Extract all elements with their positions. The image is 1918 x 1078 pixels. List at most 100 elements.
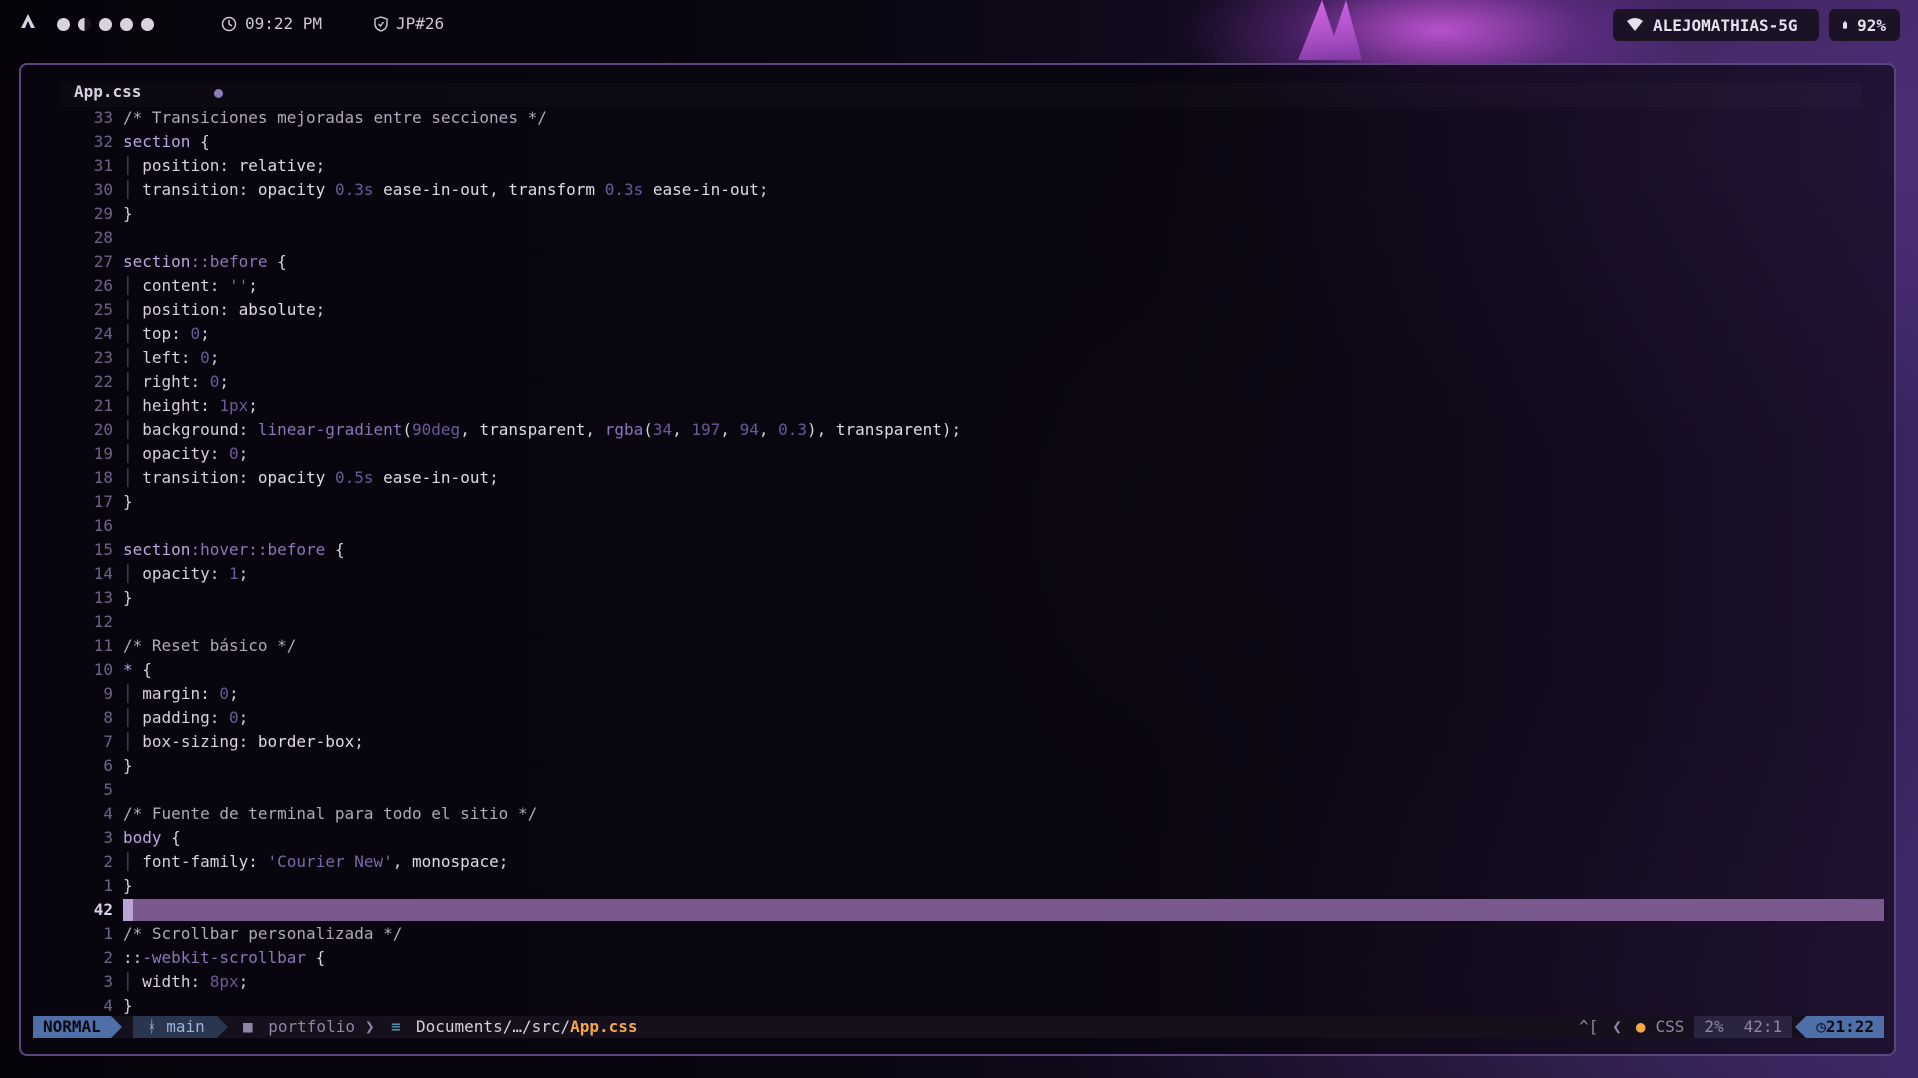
workspace-3-icon[interactable]	[99, 18, 112, 31]
code-line[interactable]: 9 │ margin: 0;	[21, 682, 1881, 706]
line-number: 28	[93, 228, 113, 247]
line-text: │ position: relative;	[123, 156, 326, 175]
wifi-indicator[interactable]: ALEJOMATHIAS-5G	[1613, 9, 1819, 41]
line-number: 21	[93, 396, 113, 415]
line-text: │ opacity: 1;	[123, 564, 249, 583]
code-line[interactable]: 10 * {	[21, 658, 1881, 682]
workspace-tag-label: JP#26	[396, 14, 445, 33]
line-text: │ box-sizing: border-box;	[123, 732, 364, 751]
line-text: │ padding: 0;	[123, 708, 249, 727]
line-number: 6	[103, 756, 113, 775]
code-line[interactable]: 14 │ opacity: 1;	[21, 562, 1881, 586]
code-line[interactable]: 7 │ box-sizing: border-box;	[21, 730, 1881, 754]
code-line[interactable]: 28	[21, 226, 1881, 250]
line-text: /* Transiciones mejoradas entre seccione…	[123, 108, 547, 127]
workspace-4-icon[interactable]	[120, 18, 133, 31]
top-bar: 09:22 PM JP#26 ALEJOMATHIAS-5G 92%	[0, 0, 1918, 50]
workspace-switcher[interactable]	[57, 18, 154, 31]
code-line[interactable]: 1}	[21, 874, 1881, 898]
modified-indicator	[214, 89, 223, 98]
git-branch: ᚼ main	[133, 1016, 228, 1038]
workspace-tag[interactable]: JP#26	[374, 14, 444, 33]
line-number: 26	[93, 276, 113, 295]
code-line[interactable]: 2 │ font-family: 'Courier New', monospace…	[21, 850, 1881, 874]
code-line[interactable]: 13}	[21, 586, 1881, 610]
code-line[interactable]: 12	[21, 610, 1881, 634]
statusline-clock-time: 21:22	[1825, 1017, 1874, 1036]
line-text: │ top: 0;	[123, 324, 210, 343]
code-line[interactable]: 33 /* Transiciones mejoradas entre seccio…	[21, 106, 1881, 130]
code-line[interactable]: 27 section::before {	[21, 250, 1881, 274]
line-text: │ right: 0;	[123, 372, 229, 391]
code-line[interactable]: 25 │ position: absolute;	[21, 298, 1881, 322]
code-line[interactable]: 2::-webkit-scrollbar {	[21, 946, 1881, 970]
code-line[interactable]: 23 │ left: 0;	[21, 346, 1881, 370]
code-line[interactable]: 22 │ right: 0;	[21, 370, 1881, 394]
line-text: * {	[123, 660, 152, 679]
code-line[interactable]: 5	[21, 778, 1881, 802]
code-line[interactable]: 3 body {	[21, 826, 1881, 850]
editor-window[interactable]: App.css 33 /* Transiciones mejoradas entr…	[19, 63, 1896, 1056]
line-text: │ transition: opacity 0.3s ease-in-out, …	[123, 180, 769, 199]
workspace-2-icon[interactable]	[78, 18, 91, 31]
tab-app-css[interactable]: App.css	[74, 82, 141, 101]
line-number: 23	[93, 348, 113, 367]
line-number: 25	[93, 300, 113, 319]
file-path-prefix: Documents/…/src/	[416, 1017, 571, 1036]
code-line[interactable]: 4}	[21, 994, 1881, 1018]
code-line[interactable]: 32 section {	[21, 130, 1881, 154]
css-file-icon: ≡	[391, 1017, 401, 1036]
code-line[interactable]: 4 /* Fuente de terminal para todo el siti…	[21, 802, 1881, 826]
line-text: }	[123, 204, 133, 223]
code-line[interactable]: 15 section:hover::before {	[21, 538, 1881, 562]
line-number: 17	[93, 492, 113, 511]
battery-level: 92%	[1857, 15, 1886, 35]
code-line[interactable]: 8 │ padding: 0;	[21, 706, 1881, 730]
key-hint: ^[	[1578, 1017, 1599, 1036]
workspace-1-icon[interactable]	[57, 18, 70, 31]
scroll-percent: 2%	[1694, 1016, 1734, 1038]
line-text: }	[123, 588, 133, 607]
line-text: section {	[123, 132, 210, 151]
line-number: 33	[93, 108, 113, 127]
clock-widget[interactable]: 09:22 PM	[221, 14, 322, 33]
code-line[interactable]: 11 /* Reset básico */	[21, 634, 1881, 658]
code-line[interactable]: 20 │ background: linear-gradient(90deg, t…	[21, 418, 1881, 442]
launcher-icon[interactable]	[20, 13, 36, 29]
line-text: ::-webkit-scrollbar {	[123, 948, 326, 967]
line-number: 18	[93, 468, 113, 487]
palette-icon: ●	[1635, 1017, 1646, 1036]
cursor-line[interactable]: 42	[21, 898, 1884, 922]
line-number: 14	[93, 564, 113, 583]
code-line[interactable]: 21 │ height: 1px;	[21, 394, 1881, 418]
code-line[interactable]: 31 │ position: relative;	[21, 154, 1881, 178]
code-line[interactable]: 19 │ opacity: 0;	[21, 442, 1881, 466]
line-text: /* Fuente de terminal para todo el sitio…	[123, 804, 538, 823]
code-line[interactable]: 26 │ content: '';	[21, 274, 1881, 298]
code-line[interactable]: 17}	[21, 490, 1881, 514]
code-line[interactable]: 18 │ transition: opacity 0.5s ease-in-out…	[21, 466, 1881, 490]
line-text: │ transition: opacity 0.5s ease-in-out;	[123, 468, 499, 487]
code-buffer[interactable]: 33 /* Transiciones mejoradas entre seccio…	[21, 106, 1884, 1018]
line-text: body {	[123, 828, 181, 847]
file-path: Documents/…/src/App.css	[416, 1016, 638, 1038]
line-text: }	[123, 756, 133, 775]
filetype: CSS	[1655, 1017, 1685, 1036]
code-line[interactable]: 29}	[21, 202, 1881, 226]
code-line[interactable]: 30 │ transition: opacity 0.3s ease-in-out…	[21, 178, 1881, 202]
git-branch-icon: ᚼ	[147, 1017, 167, 1036]
line-number: 1	[103, 924, 113, 943]
line-number: 9	[103, 684, 113, 703]
workspace-5-icon[interactable]	[141, 18, 154, 31]
battery-indicator[interactable]: 92%	[1829, 9, 1900, 41]
code-line[interactable]: 1 /* Scrollbar personalizada */	[21, 922, 1881, 946]
code-line[interactable]: 24 │ top: 0;	[21, 322, 1881, 346]
line-number: 4	[103, 804, 113, 823]
line-text: │ margin: 0;	[123, 684, 239, 703]
line-number: 32	[93, 132, 113, 151]
code-line[interactable]: 6}	[21, 754, 1881, 778]
code-line[interactable]: 3 │ width: 8px;	[21, 970, 1881, 994]
code-line[interactable]: 16	[21, 514, 1881, 538]
line-number: 3	[103, 972, 113, 991]
project: ■ portfolio	[243, 1016, 355, 1038]
